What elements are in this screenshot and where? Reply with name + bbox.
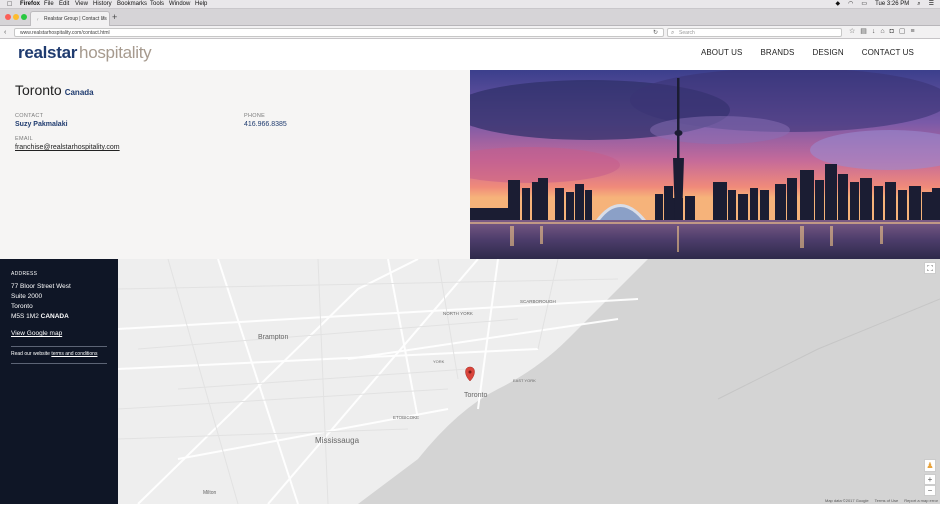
menubar:  Firefox File Edit View History Bookmar… xyxy=(0,0,940,9)
view-google-map-link[interactable]: View Google map xyxy=(11,330,62,337)
tab-strip: ᵣ Realstar Group | Contact Us × + xyxy=(0,9,940,26)
minimize-window-icon[interactable] xyxy=(13,14,19,20)
phone-value[interactable]: 416.966.8385 xyxy=(244,121,287,128)
location-pin-icon[interactable] xyxy=(465,366,475,382)
terms-prefix: Read our website xyxy=(11,351,50,357)
terms-line: Read our website terms and conditions xyxy=(11,351,97,357)
address-city: Toronto xyxy=(11,303,33,310)
wifi-icon[interactable]: ◠ xyxy=(848,0,853,9)
city-heading: Toronto Canada xyxy=(15,82,94,98)
address-country: CANADA xyxy=(40,313,69,320)
chat-icon[interactable]: ▢ xyxy=(899,27,906,37)
tab-title: Realstar Group | Contact Us xyxy=(44,16,107,22)
new-tab-button[interactable]: + xyxy=(112,12,117,22)
country-name: Canada xyxy=(64,88,94,97)
menu-view[interactable]: View xyxy=(75,0,88,9)
nav-design[interactable]: DESIGN xyxy=(812,48,843,57)
nav-bar: ‹ www.realstarhospitality.com/contact.ht… xyxy=(0,26,940,39)
map-label-north-york: NORTH YORK xyxy=(443,311,473,316)
divider xyxy=(11,363,107,364)
pegman-icon[interactable]: ♟ xyxy=(924,459,936,472)
menu-hamburger-icon[interactable]: ≡ xyxy=(911,27,915,37)
realstar-logo[interactable]: realstar hospitality xyxy=(18,43,152,63)
map-label-mississauga: Mississauga xyxy=(315,436,360,445)
map-label-east-york: EAST YORK xyxy=(513,378,536,383)
map-label-toronto: Toronto xyxy=(464,392,487,399)
dropbox-icon[interactable]: ◆ xyxy=(836,0,841,9)
map-label-brampton: Brampton xyxy=(258,334,288,341)
clipboard-icon[interactable]: ▤ xyxy=(860,27,867,37)
browser-toolbar: ☆ ▤ ↓ ⌂ ◘ ▢ ≡ xyxy=(849,27,915,37)
map-report-error-link[interactable]: Report a map error xyxy=(904,498,938,503)
site-nav: ABOUT US BRANDS DESIGN CONTACT US xyxy=(701,48,914,57)
download-icon[interactable]: ↓ xyxy=(872,27,876,37)
phone-label: PHONE xyxy=(244,113,266,119)
nav-brands[interactable]: BRANDS xyxy=(761,48,795,57)
menu-help[interactable]: Help xyxy=(195,0,207,9)
logo-realstar: realstar xyxy=(18,43,78,62)
toronto-skyline-image xyxy=(470,70,940,259)
tab-close-icon[interactable]: × xyxy=(101,12,105,26)
map-footer: Map data ©2017 Google Terms of Use Repor… xyxy=(825,498,938,503)
email-link[interactable]: franchise@realstarhospitality.com xyxy=(15,144,120,151)
favicon-icon: ᵣ xyxy=(37,16,39,22)
nav-contact-us[interactable]: CONTACT US xyxy=(862,48,914,57)
bookmark-star-icon[interactable]: ☆ xyxy=(849,27,855,37)
contact-label: CONTACT xyxy=(15,113,44,119)
menu-window[interactable]: Window xyxy=(169,0,190,9)
address-label: ADDRESS xyxy=(11,271,38,277)
city-name: Toronto xyxy=(15,82,62,98)
divider xyxy=(11,346,107,347)
notification-icon[interactable]: ☰ xyxy=(929,0,934,9)
zoom-window-icon[interactable] xyxy=(21,14,27,20)
email-label: EMAIL xyxy=(15,136,34,142)
fullscreen-icon[interactable]: ⛶ xyxy=(924,262,936,274)
home-icon[interactable]: ⌂ xyxy=(880,27,884,37)
contact-panel: Toronto Canada CONTACT Suzy Pakmalaki PHO… xyxy=(0,70,470,259)
menu-bookmarks[interactable]: Bookmarks xyxy=(117,0,147,9)
map-label-etobicoke: ETOBICOKE xyxy=(393,415,419,420)
map-data-credit: Map data ©2017 Google xyxy=(824,498,869,503)
address-line-2: Suite 2000 xyxy=(11,293,43,300)
map-label-scarborough: SCARBOROUGH xyxy=(520,299,556,304)
url-bar[interactable]: www.realstarhospitality.com/contact.html… xyxy=(14,28,664,37)
tab-contact-us[interactable]: ᵣ Realstar Group | Contact Us × xyxy=(30,11,110,26)
spotlight-icon[interactable]: ⌕ xyxy=(917,0,920,9)
menu-tools[interactable]: Tools xyxy=(150,0,164,9)
map-terms-link[interactable]: Terms of Use xyxy=(875,498,899,503)
battery-icon[interactable]: ▭ xyxy=(861,0,867,9)
zoom-in-button[interactable]: + xyxy=(924,474,936,485)
menubar-status: ◆ ◠ ▭ Tue 3:26 PM ⌕ ☰ xyxy=(836,0,934,9)
logo-hospitality: hospitality xyxy=(79,43,152,62)
search-input[interactable]: ⌕ Search xyxy=(667,28,842,37)
search-icon: ⌕ xyxy=(671,30,675,36)
address-postal-line: M5S 1M2 CANADA xyxy=(11,313,69,321)
nav-about-us[interactable]: ABOUT US xyxy=(701,48,743,57)
page-bottom xyxy=(0,504,940,529)
menu-history[interactable]: History xyxy=(93,0,112,9)
reload-icon[interactable]: ↻ xyxy=(653,29,658,37)
address-postal: M5S 1M2 xyxy=(11,313,39,320)
site-header: realstar hospitality ABOUT US BRANDS DESI… xyxy=(0,39,940,70)
address-panel: ADDRESS 77 Bloor Street West Suite 2000 … xyxy=(0,259,118,504)
apple-icon[interactable]:  xyxy=(7,0,12,9)
menu-app-name[interactable]: Firefox xyxy=(20,0,40,9)
back-button[interactable]: ‹ xyxy=(4,28,6,37)
terms-link[interactable]: terms and conditions xyxy=(51,351,97,357)
address-line-1: 77 Bloor Street West xyxy=(11,283,71,290)
url-text: www.realstarhospitality.com/contact.html xyxy=(20,30,110,36)
menu-file[interactable]: File xyxy=(44,0,54,9)
menu-edit[interactable]: Edit xyxy=(59,0,69,9)
map-label-york: YORK xyxy=(433,359,445,364)
contact-name: Suzy Pakmalaki xyxy=(15,121,68,128)
zoom-out-button[interactable]: − xyxy=(924,485,936,496)
search-placeholder: Search xyxy=(679,30,695,36)
menubar-clock[interactable]: Tue 3:26 PM xyxy=(875,0,909,9)
google-map[interactable]: Brampton NORTH YORK SCARBOROUGH YORK EAS… xyxy=(118,259,940,504)
map-label-milton: Milton xyxy=(203,490,217,496)
pocket-icon[interactable]: ◘ xyxy=(890,27,894,37)
close-window-icon[interactable] xyxy=(5,14,11,20)
